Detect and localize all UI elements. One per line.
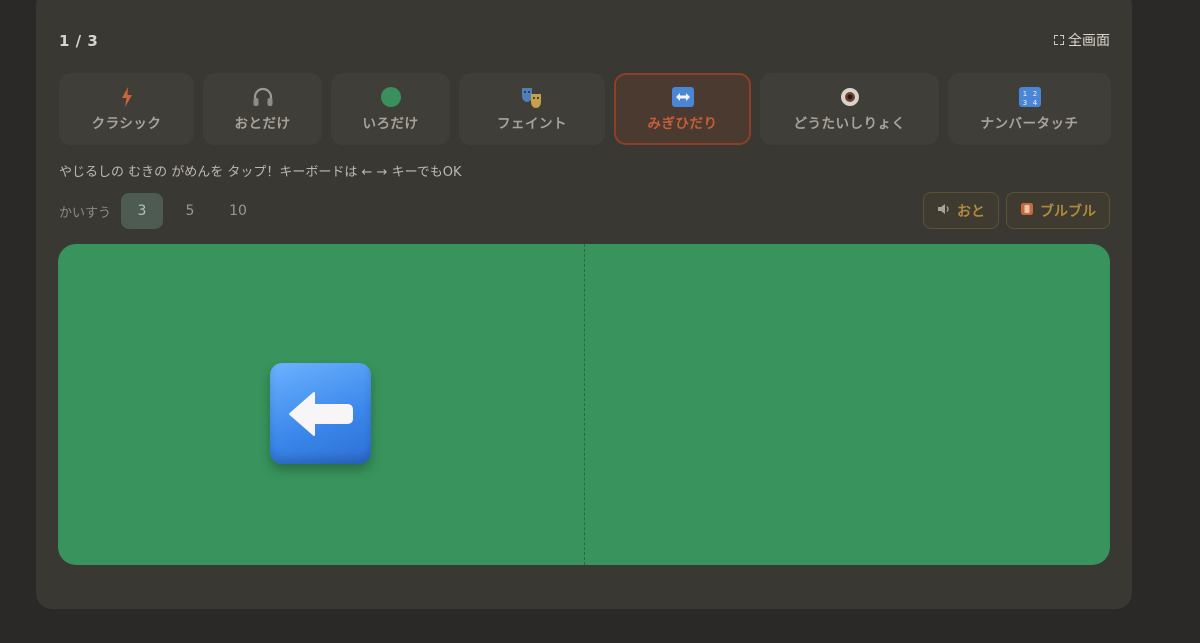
svg-text:2: 2 bbox=[1032, 90, 1036, 98]
vibrate-toggle[interactable]: ブルブル bbox=[1006, 192, 1110, 229]
round-option-10[interactable]: 10 bbox=[217, 193, 259, 229]
stage-divider bbox=[584, 244, 585, 565]
theater-masks-icon bbox=[520, 86, 544, 108]
numbers-icon: 1 2 3 4 bbox=[1018, 86, 1041, 108]
svg-text:1: 1 bbox=[1022, 90, 1026, 98]
speaker-icon bbox=[937, 203, 951, 219]
mode-sound-only[interactable]: おとだけ bbox=[203, 73, 322, 145]
fullscreen-label: 全画面 bbox=[1068, 33, 1110, 49]
vibrate-toggle-label: ブルブル bbox=[1040, 203, 1096, 220]
headphones-icon bbox=[252, 86, 274, 108]
mode-dynamic-vision[interactable]: どうたいしりょく bbox=[760, 73, 939, 145]
eye-icon bbox=[839, 86, 861, 108]
right-tap-area[interactable] bbox=[584, 244, 1110, 565]
round-counter: 1 / 3 bbox=[59, 32, 99, 50]
left-arrow-icon bbox=[270, 363, 371, 464]
round-option-3[interactable]: 3 bbox=[121, 193, 164, 229]
vibrate-icon bbox=[1020, 202, 1034, 220]
svg-text:4: 4 bbox=[1032, 99, 1037, 107]
round-count-label: かいすう bbox=[59, 205, 112, 221]
mode-left-right[interactable]: みぎひだり bbox=[614, 73, 751, 145]
green-circle-icon bbox=[380, 86, 402, 108]
settings-toggles: おと ブルブル bbox=[923, 192, 1110, 229]
mode-feint[interactable]: フェイント bbox=[459, 73, 605, 145]
round-count-selector: かいすう 3 5 10 bbox=[59, 193, 259, 229]
mode-classic[interactable]: クラシック bbox=[59, 73, 194, 145]
mode-color-only[interactable]: いろだけ bbox=[331, 73, 450, 145]
sound-toggle[interactable]: おと bbox=[923, 192, 999, 229]
mode-number-touch[interactable]: 1 2 3 4 ナンバータッチ bbox=[948, 73, 1111, 145]
game-panel: 1 / 3 全画面 クラシック おとだけ いろだけ フェイント みぎひだり どう… bbox=[36, 0, 1132, 609]
lightning-icon bbox=[121, 86, 133, 108]
fullscreen-icon bbox=[1054, 35, 1064, 45]
tap-stage bbox=[58, 244, 1110, 565]
mode-selector: クラシック おとだけ いろだけ フェイント みぎひだり どうたいしりょく 1 2… bbox=[59, 73, 1111, 145]
sound-toggle-label: おと bbox=[957, 203, 985, 220]
fullscreen-button[interactable]: 全画面 bbox=[1054, 30, 1110, 50]
round-option-5[interactable]: 5 bbox=[169, 193, 211, 229]
instruction-text: やじるしの むきの がめんを タップ！キーボードは ← → キーでもOK bbox=[59, 165, 462, 180]
svg-text:3: 3 bbox=[1022, 99, 1026, 107]
left-right-arrow-icon bbox=[671, 86, 694, 108]
